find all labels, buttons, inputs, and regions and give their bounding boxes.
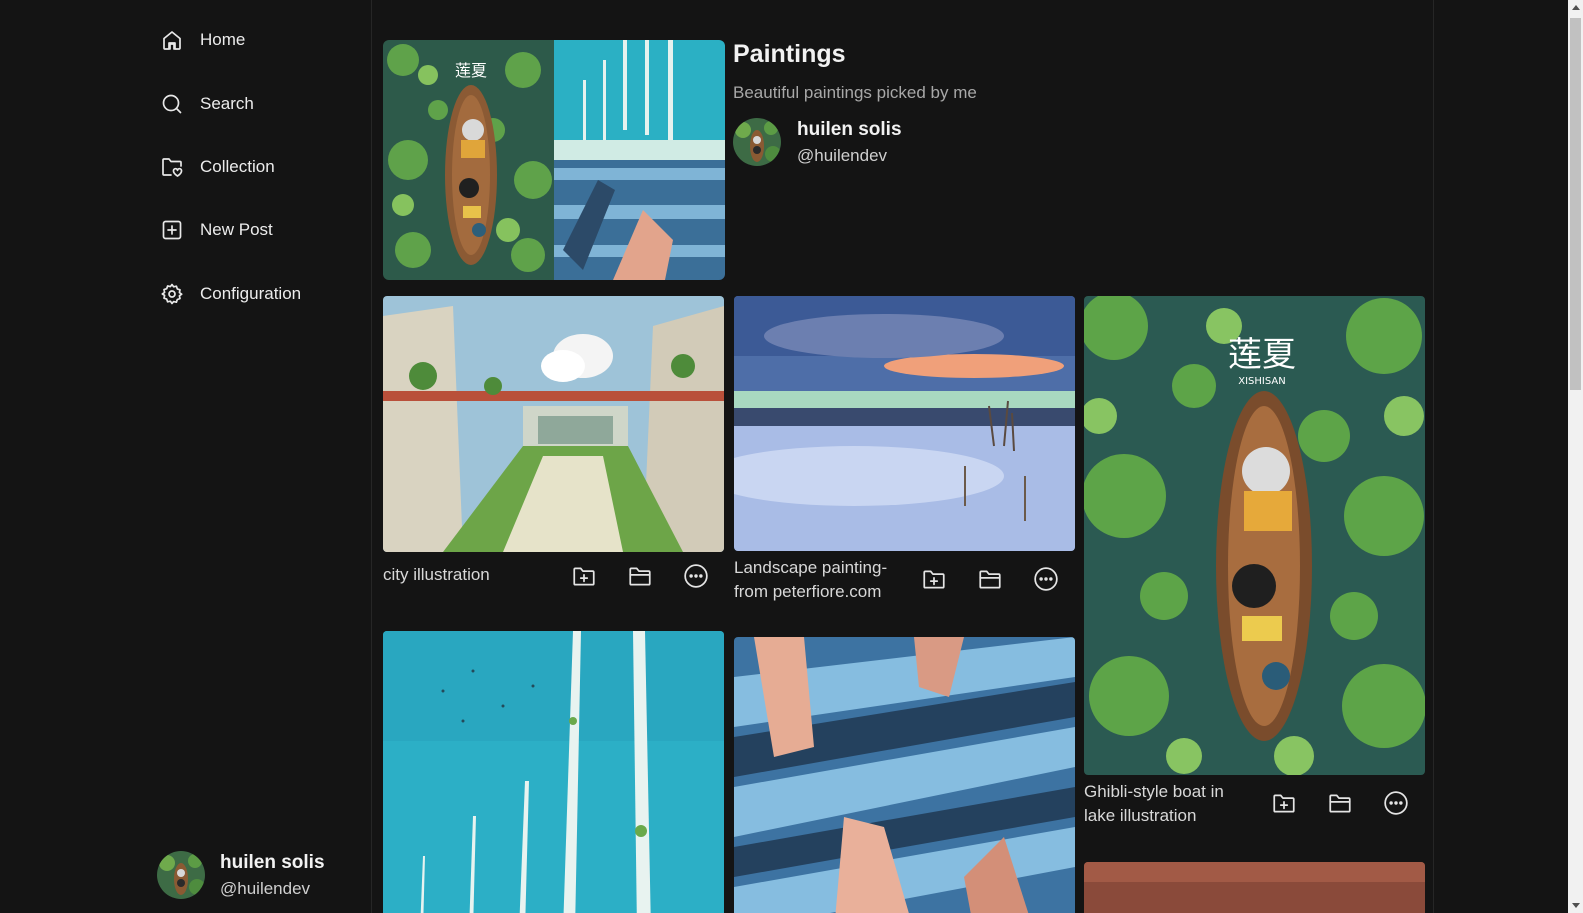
sidebar-item-collection[interactable]: Collection: [160, 152, 275, 182]
content-border: [1433, 0, 1434, 913]
add-to-collection-button[interactable]: [921, 566, 947, 592]
post-caption: Ghibli-style boat in lake illustration: [1084, 780, 1259, 828]
collection-title: Paintings: [733, 40, 846, 68]
plus-square-icon: [162, 220, 182, 240]
avatar: [157, 851, 205, 899]
gear-icon: [161, 283, 183, 305]
home-icon: [163, 31, 181, 50]
sidebar-item-home[interactable]: Home: [160, 25, 245, 55]
avatar: [733, 118, 781, 166]
scrollbar-thumb[interactable]: [1570, 18, 1581, 390]
owner-name: huilen solis: [797, 118, 902, 140]
more-horizontal-icon: [1034, 567, 1058, 591]
scroll-down-arrow-icon[interactable]: [1572, 903, 1580, 908]
svg-text:莲夏: 莲夏: [455, 61, 487, 80]
post-image-sky-poles[interactable]: [383, 631, 724, 913]
page-scrollbar[interactable]: [1568, 0, 1583, 913]
post-caption-line: Ghibli-style boat in: [1084, 782, 1224, 801]
post-caption: Landscape painting- from peterfiore.com: [734, 556, 904, 604]
more-options-button[interactable]: [1033, 566, 1059, 592]
folder-icon: [629, 567, 651, 586]
scroll-up-arrow-icon[interactable]: [1572, 5, 1580, 10]
sidebar-item-label: Home: [200, 30, 246, 49]
sidebar: Home Search Collection New Post Configur…: [0, 0, 372, 913]
more-options-button[interactable]: [1383, 790, 1409, 816]
sidebar-item-new-post[interactable]: New Post: [160, 215, 273, 245]
open-folder-button[interactable]: [627, 563, 653, 589]
svg-text:XISHISAN: XISHISAN: [1238, 376, 1285, 387]
current-user[interactable]: huilen solis @huilendev: [157, 851, 325, 899]
add-to-collection-button[interactable]: [1271, 790, 1297, 816]
folder-plus-icon: [1273, 794, 1295, 813]
collection-description: Beautiful paintings picked by me: [733, 83, 977, 102]
user-name-block: huilen solis @huilendev: [220, 852, 325, 899]
post-image-partial[interactable]: [1084, 862, 1425, 913]
sidebar-item-label: Collection: [200, 157, 275, 176]
sidebar-item-search[interactable]: Search: [160, 89, 254, 119]
post-image-landscape[interactable]: [734, 296, 1075, 551]
post-caption: city illustration: [383, 565, 490, 584]
post-image-forest[interactable]: [734, 637, 1075, 913]
more-options-button[interactable]: [683, 563, 709, 589]
collection-cover: 莲夏: [383, 40, 725, 280]
user-handle: @huilendev: [220, 878, 311, 898]
post-image-boat[interactable]: 莲夏 XISHISAN: [1084, 296, 1425, 775]
sidebar-item-label: New Post: [200, 220, 273, 239]
svg-text:莲夏: 莲夏: [1228, 335, 1296, 375]
owner-name-block: huilen solis @huilendev: [797, 119, 902, 166]
folder-plus-icon: [573, 567, 595, 586]
folder-plus-icon: [923, 570, 945, 589]
post-image-city[interactable]: [383, 296, 724, 552]
more-horizontal-icon: [684, 564, 708, 588]
post-caption-line: from peterfiore.com: [734, 582, 882, 601]
add-to-collection-button[interactable]: [571, 563, 597, 589]
sidebar-item-label: Configuration: [200, 284, 302, 303]
more-horizontal-icon: [1384, 791, 1408, 815]
collection-owner[interactable]: huilen solis @huilendev: [733, 118, 902, 166]
folder-heart-icon: [162, 158, 183, 177]
post-caption-line: lake illustration: [1084, 806, 1197, 825]
folder-icon: [1329, 794, 1351, 813]
sidebar-item-label: Search: [200, 94, 254, 113]
search-icon: [162, 94, 182, 114]
open-folder-button[interactable]: [977, 566, 1003, 592]
open-folder-button[interactable]: [1327, 790, 1353, 816]
sidebar-item-configuration[interactable]: Configuration: [160, 279, 301, 309]
user-name: huilen solis: [220, 851, 325, 873]
owner-handle: @huilendev: [797, 145, 888, 165]
folder-icon: [979, 570, 1001, 589]
post-caption-line: Landscape painting-: [734, 558, 888, 577]
